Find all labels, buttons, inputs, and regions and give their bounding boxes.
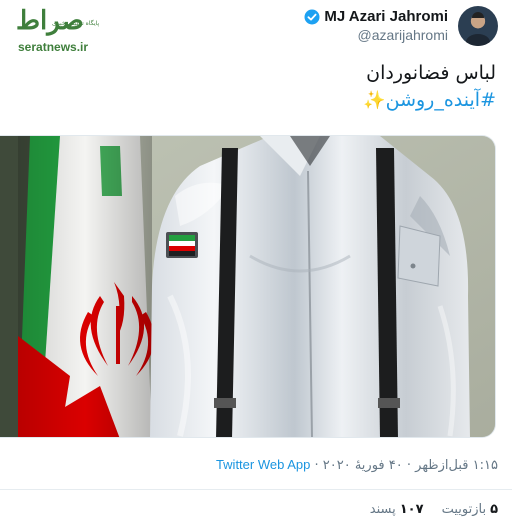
tweet-text: لباس فضانوردان #آینده_روشن✨	[26, 60, 496, 114]
sparkles-emoji-icon: ✨	[363, 90, 386, 111]
meta-separator: ·	[402, 458, 416, 473]
user-handle[interactable]: @azarijahromi	[304, 27, 448, 43]
retweets-count: ۵	[490, 502, 498, 517]
likes-label: پسند	[369, 502, 396, 517]
user-names: MJ Azari Jahromi @azarijahromi	[304, 6, 448, 43]
tweet-time[interactable]: ۱:۱۵ قبل‌ازظهر	[415, 458, 498, 473]
watermark-tagline: پایگاه تحلیلی خبری	[52, 20, 100, 27]
tweet-source-link[interactable]: Twitter Web App	[216, 457, 310, 472]
tweet-line-1: لباس فضانوردان	[366, 62, 496, 84]
tweet-line-2: #آینده_روشن✨	[26, 87, 496, 114]
verified-badge-icon	[304, 9, 320, 25]
display-name[interactable]: MJ Azari Jahromi	[324, 8, 448, 25]
tweet-date[interactable]: ۴۰ فوریهٔ ۲۰۲۰	[323, 458, 403, 473]
tweet-stats: ۵بازتوییت ۱۰۷پسند	[370, 502, 498, 517]
divider	[0, 489, 512, 490]
hashtag-link[interactable]: #آینده_روشن	[386, 89, 496, 111]
likes-count: ۱۰۷	[399, 502, 424, 517]
retweets-label: بازتوییت	[441, 502, 487, 517]
tweet-media-image[interactable]	[0, 135, 496, 438]
likes-stat[interactable]: ۱۰۷پسند	[370, 502, 424, 517]
watermark-url: seratnews.ir	[18, 40, 89, 54]
site-watermark: صراط پایگاه تحلیلی خبری seratnews.ir	[14, 6, 106, 54]
spacesuit-photo	[0, 136, 495, 437]
tweet-header: MJ Azari Jahromi @azarijahromi	[304, 6, 498, 46]
avatar[interactable]	[458, 6, 498, 46]
name-row: MJ Azari Jahromi	[304, 8, 448, 25]
tweet-meta: ۱:۱۵ قبل‌ازظهر · ۴۰ فوریهٔ ۲۰۲۰ · Twitte…	[216, 457, 498, 473]
retweets-stat[interactable]: ۵بازتوییت	[442, 502, 498, 517]
meta-separator-2: ·	[310, 458, 323, 473]
